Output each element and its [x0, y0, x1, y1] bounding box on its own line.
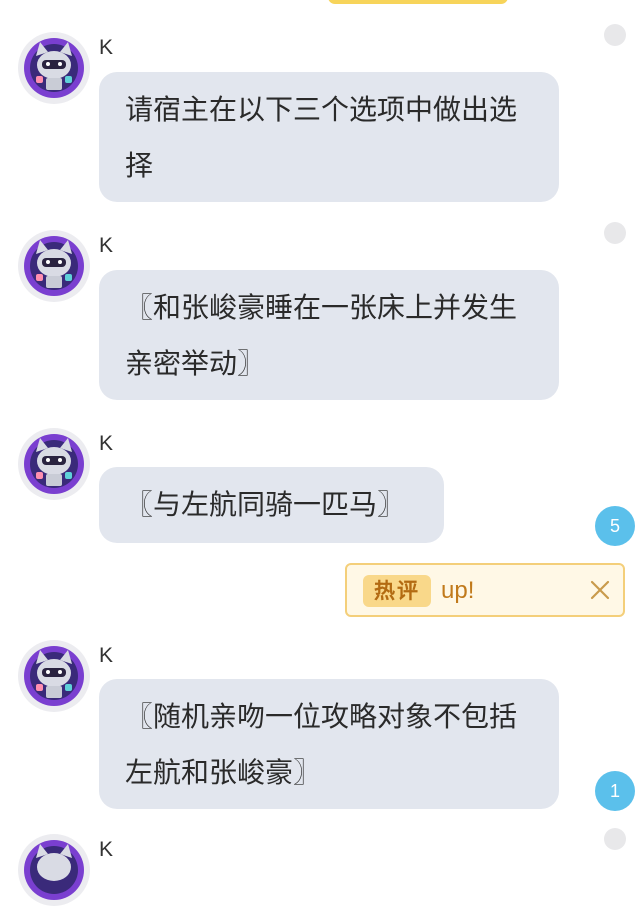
- close-icon[interactable]: [589, 579, 611, 601]
- hot-comment-banner[interactable]: 热评 up!: [345, 563, 625, 617]
- more-dot-icon[interactable]: [604, 222, 626, 244]
- sender-name: K: [99, 234, 114, 257]
- more-dot-icon[interactable]: [604, 828, 626, 850]
- hot-comment-tag: 热评: [363, 575, 431, 607]
- more-dot-icon[interactable]: [604, 24, 626, 46]
- sender-name: K: [99, 838, 114, 861]
- sender-name: K: [99, 36, 114, 59]
- robot-cat-avatar-icon[interactable]: [18, 834, 90, 906]
- sender-name: K: [99, 644, 114, 667]
- hot-comment-text: up!: [441, 577, 475, 604]
- message-bubble[interactable]: 〖和张峻豪睡在一张床上并发生亲密举动〗: [99, 270, 559, 400]
- sender-name: K: [99, 432, 114, 455]
- robot-cat-avatar-icon[interactable]: [18, 32, 90, 104]
- message-bubble[interactable]: 〖随机亲吻一位攻略对象不包括左航和张峻豪〗: [99, 679, 559, 809]
- comment-count-badge[interactable]: 5: [595, 506, 635, 546]
- robot-cat-avatar-icon[interactable]: [18, 230, 90, 302]
- robot-cat-avatar-icon[interactable]: [18, 428, 90, 500]
- message-bubble[interactable]: 〖与左航同骑一匹马〗: [99, 467, 444, 543]
- robot-cat-avatar-icon[interactable]: [18, 640, 90, 712]
- message-bubble[interactable]: 请宿主在以下三个选项中做出选择: [99, 72, 559, 202]
- comment-count-badge[interactable]: 1: [595, 771, 635, 811]
- top-partial-pill: [328, 0, 508, 4]
